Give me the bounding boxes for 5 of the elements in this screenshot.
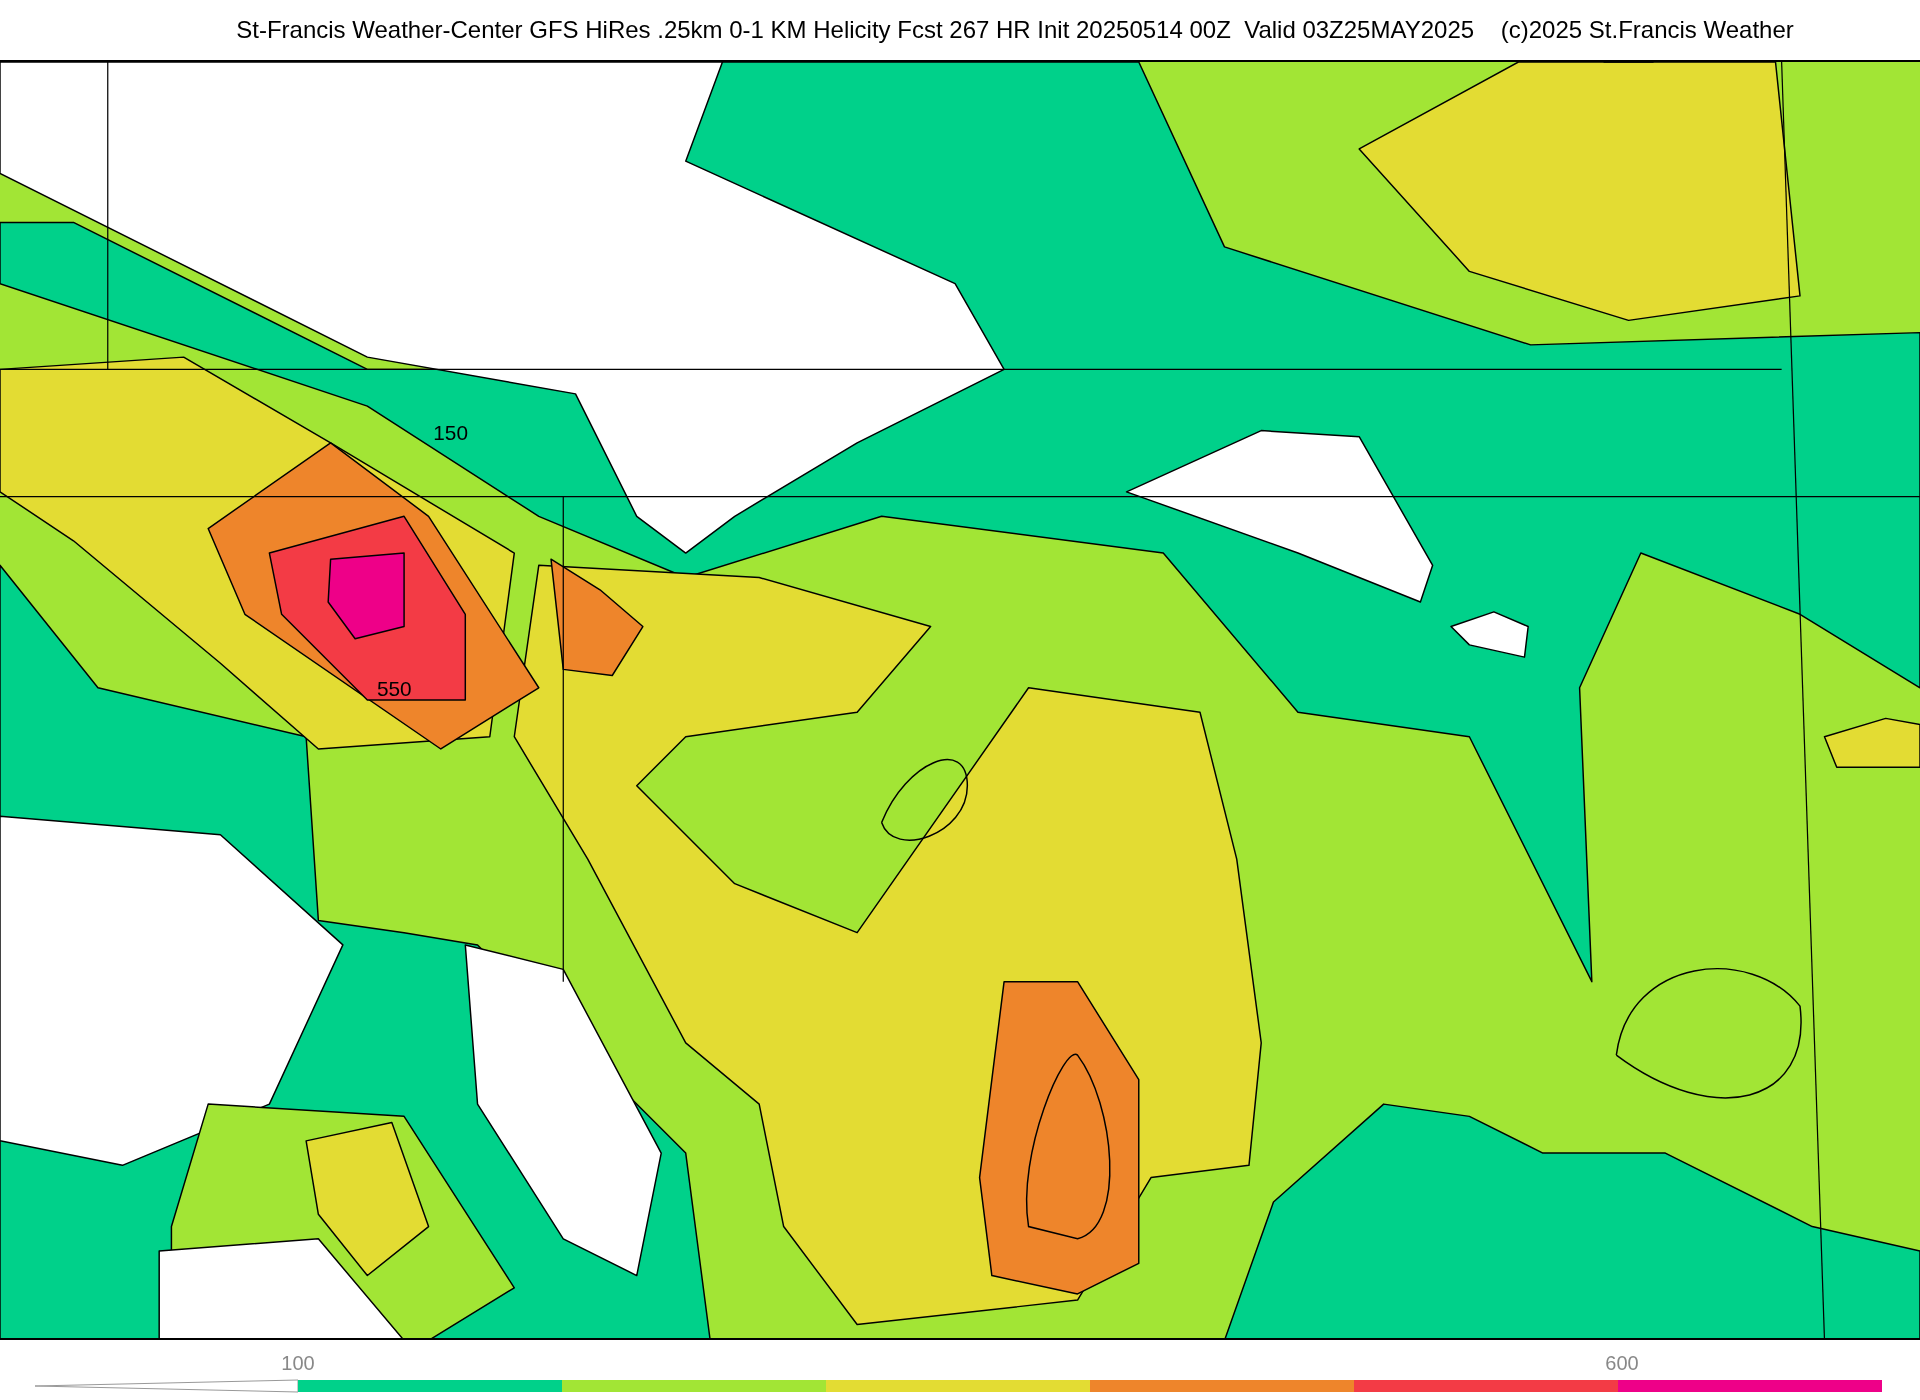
- contour-label: 550: [376, 677, 412, 701]
- map-title: St-Francis Weather-Center GFS HiRes .25km 0-1 KM Helicity Fcst 267 HR Init 20250514 00Z Valid 03Z25MAY2025 (c)2025 St.Francis Weather: [236, 15, 1794, 45]
- scale-label: 600: [1605, 1351, 1639, 1376]
- scale-label: 100: [281, 1351, 315, 1376]
- contour-label: 150: [433, 421, 468, 445]
